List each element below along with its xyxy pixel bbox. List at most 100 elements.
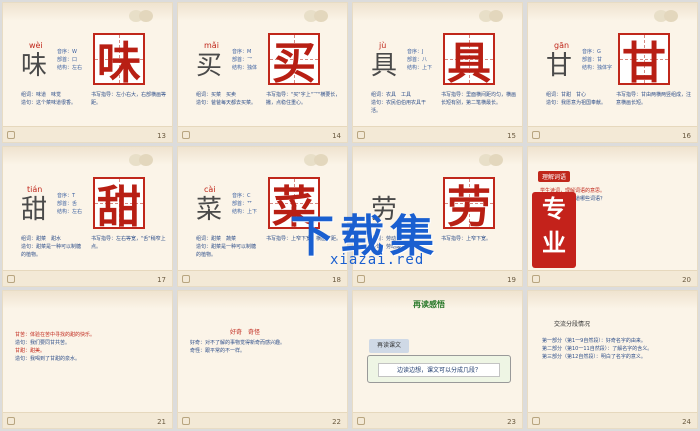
slide-number: 17 bbox=[157, 276, 166, 284]
butterfly-icon bbox=[654, 10, 678, 22]
slide-heading: 交流分段情况 bbox=[554, 321, 591, 328]
slide-footer-icon bbox=[182, 131, 190, 139]
character-meta: 音序：G 部首：甘 结构：独体字 bbox=[582, 49, 613, 71]
character-small: 劳 bbox=[371, 195, 398, 225]
character-small: 甘 bbox=[546, 51, 573, 81]
word-examples: 组词：劳动 造句：劳动最光荣。 bbox=[371, 236, 417, 250]
slide-number: 22 bbox=[332, 418, 341, 426]
box-title: 再读课文 bbox=[369, 339, 409, 353]
slide-18[interactable]: cài 菜 音序：C 部首：艹 结构：上下 菜 组词：甜菜 蔬菜 造句：甜菜是一种可以… bbox=[177, 146, 348, 287]
slide-footer-icon bbox=[7, 131, 15, 139]
slide-footer-icon bbox=[532, 131, 540, 139]
slide-14[interactable]: mǎi 买 音序：M 部首：乛 结构：独体 买 组词：买菜 买卖 造句：爸爸每天都去买… bbox=[177, 2, 348, 143]
slide-24[interactable]: 交流分段情况 第一部分（第1一9自然段）：好奇名字的由来。 第二部分（第10一11… bbox=[527, 290, 698, 429]
word-examples: 组词：农具 工具 造句：农民伯伯用农具干活。 bbox=[371, 92, 427, 114]
pinyin: wèi bbox=[29, 41, 43, 50]
character-small: 甜 bbox=[21, 195, 48, 225]
slide-16[interactable]: gān 甘 音序：G 部首：甘 结构：独体字 甘 组词：甘甜 甘心 造句：我愿意为祖国… bbox=[527, 2, 698, 143]
slide-22[interactable]: 好奇 奇怪 好奇：对不了解的事物觉得新奇而感兴趣。 奇怪：跟平常的不一样。 22 bbox=[177, 290, 348, 429]
character-large: 甘 bbox=[622, 38, 666, 89]
character-large: 甜 bbox=[97, 182, 141, 233]
slide-text: 甘苦：体验在苦中寻找的甜的快乐。 造句：我们要同甘共苦。 甘甜：甜美。 造句：我喝到了… bbox=[15, 332, 96, 362]
pinyin: gān bbox=[554, 41, 570, 50]
tianzige-grid: 甜 bbox=[93, 177, 145, 233]
word-examples: 组词：甜菜 甜水 造句：甜菜是一种可以制糖的植物。 bbox=[21, 236, 82, 258]
slide-text: 好奇：对不了解的事物觉得新奇而感兴趣。 奇怪：跟平常的不一样。 bbox=[190, 340, 286, 354]
writing-tip: 书写指导：上窄下宽，横画等距。 bbox=[266, 236, 342, 242]
character-small: 菜 bbox=[196, 195, 223, 225]
pinyin: tián bbox=[27, 185, 43, 194]
pinyin: cài bbox=[204, 185, 216, 194]
butterfly-icon bbox=[129, 154, 153, 166]
slide-text: 第一部分（第1一9自然段）：好奇名字的由来。 第二部分（第10一11自然段）：了解… bbox=[542, 338, 653, 360]
slide-17[interactable]: tián 甜 音序：T 部首：舌 结构：左右 甜 组词：甜菜 甜水 造句：甜菜是一种可… bbox=[2, 146, 173, 287]
slide-19[interactable]: 劳 劳 组词：劳动 造句：劳动最光荣。 书写指导：上窄下宽。 19 bbox=[352, 146, 523, 287]
character-meta: 音序：W 部首：口 结构：左右 bbox=[57, 49, 83, 71]
slide-number: 15 bbox=[507, 132, 516, 140]
slide-heading: 再读感悟 bbox=[413, 300, 445, 309]
character-large: 劳 bbox=[447, 182, 491, 233]
writing-tip: 书写指导：左小右大，右部横画等距。 bbox=[91, 92, 167, 106]
tianzige-grid: 劳 bbox=[443, 177, 495, 233]
slide-footer-icon bbox=[357, 417, 365, 425]
tianzige-grid: 买 bbox=[268, 33, 320, 89]
slide-number: 20 bbox=[682, 276, 691, 284]
slide-footer-icon bbox=[7, 417, 15, 425]
slide-number: 13 bbox=[157, 132, 166, 140]
slide-text: 学生读词，理解词语的意思。 说一说：你还知道哪些词语？ bbox=[540, 188, 606, 202]
tianzige-grid: 菜 bbox=[268, 177, 320, 233]
slide-footer-icon bbox=[7, 275, 15, 283]
tianzige-grid: 甘 bbox=[618, 33, 670, 89]
character-large: 具 bbox=[447, 38, 491, 89]
character-large: 买 bbox=[272, 38, 316, 89]
character-large: 味 bbox=[97, 38, 141, 89]
character-small: 具 bbox=[371, 51, 398, 81]
butterfly-icon bbox=[479, 154, 503, 166]
slide-13[interactable]: wèi 味 音序：W 部首：口 结构：左右 味 组词：味道 味觉 造句：这个菜味道很香… bbox=[2, 2, 173, 143]
butterfly-icon bbox=[304, 10, 328, 22]
slide-number: 19 bbox=[507, 276, 516, 284]
slide-thumbnail-grid: wèi 味 音序：W 部首：口 结构：左右 味 组词：味道 味觉 造句：这个菜味道很香… bbox=[0, 0, 700, 431]
slide-15[interactable]: jù 具 音序：J 部首：八 结构：上下 具 组词：农具 工具 造句：农民伯伯用农具干… bbox=[352, 2, 523, 143]
slide-number: 16 bbox=[682, 132, 691, 140]
slide-23[interactable]: 再读感悟 再读课文 边读边想，课文可以分成几段？ 23 bbox=[352, 290, 523, 429]
tianzige-grid: 具 bbox=[443, 33, 495, 89]
pinyin: mǎi bbox=[204, 41, 219, 50]
character-meta: 音序：T 部首：舌 结构：左右 bbox=[57, 193, 83, 215]
slide-number: 24 bbox=[682, 418, 691, 426]
character-small: 味 bbox=[21, 51, 48, 81]
slide-footer-icon bbox=[532, 275, 540, 283]
slide-number: 23 bbox=[507, 418, 516, 426]
writing-tip: 书写指导：左右等宽，"舌"稍窄上点。 bbox=[91, 236, 166, 250]
character-meta: 音序：C 部首：艹 结构：上下 bbox=[232, 193, 258, 215]
character-large: 菜 bbox=[272, 182, 316, 233]
butterfly-icon bbox=[129, 10, 153, 22]
character-meta: 音序：J 部首：八 结构：上下 bbox=[407, 49, 433, 71]
character-meta: 音序：M 部首：乛 结构：独体 bbox=[232, 49, 258, 71]
writing-tip: 书写指导：上窄下宽。 bbox=[441, 236, 492, 242]
slide-footer-icon bbox=[532, 417, 540, 425]
character-small: 买 bbox=[196, 51, 223, 81]
word-examples: 组词：买菜 买卖 造句：爸爸每天都去买菜。 bbox=[196, 92, 257, 106]
slide-footer-icon bbox=[357, 275, 365, 283]
section-header: 理解词语 bbox=[538, 171, 571, 182]
slide-heading: 好奇 奇怪 bbox=[230, 329, 261, 336]
question-text: 边读边想，课文可以分成几段？ bbox=[378, 363, 500, 377]
butterfly-icon bbox=[304, 154, 328, 166]
slide-footer-icon bbox=[182, 417, 190, 425]
question-box: 边读边想，课文可以分成几段？ bbox=[367, 355, 511, 383]
slide-20[interactable]: 理解词语 学生读词，理解词语的意思。 说一说：你还知道哪些词语？ 20 bbox=[527, 146, 698, 287]
slide-21[interactable]: 甘苦：体验在苦中寻找的甜的快乐。 造句：我们要同甘共苦。 甘甜：甜美。 造句：我喝到了… bbox=[2, 290, 173, 429]
word-examples: 组词：甘甜 甘心 造句：我愿意为祖国奉献。 bbox=[546, 92, 607, 106]
butterfly-icon bbox=[479, 10, 503, 22]
slide-number: 14 bbox=[332, 132, 341, 140]
tianzige-grid: 味 bbox=[93, 33, 145, 89]
writing-tip: 书写指导："买"字上"乛"横要长，撇，点稳住重心。 bbox=[266, 92, 341, 106]
writing-tip: 书写指导：甘由两横两竖组成，注意横画长短。 bbox=[616, 92, 692, 106]
slide-footer-icon bbox=[182, 275, 190, 283]
word-examples: 组词：味道 味觉 造句：这个菜味道很香。 bbox=[21, 92, 77, 106]
slide-footer-icon bbox=[357, 131, 365, 139]
slide-number: 18 bbox=[332, 276, 341, 284]
pinyin: jù bbox=[379, 41, 387, 50]
slide-number: 21 bbox=[157, 418, 166, 426]
